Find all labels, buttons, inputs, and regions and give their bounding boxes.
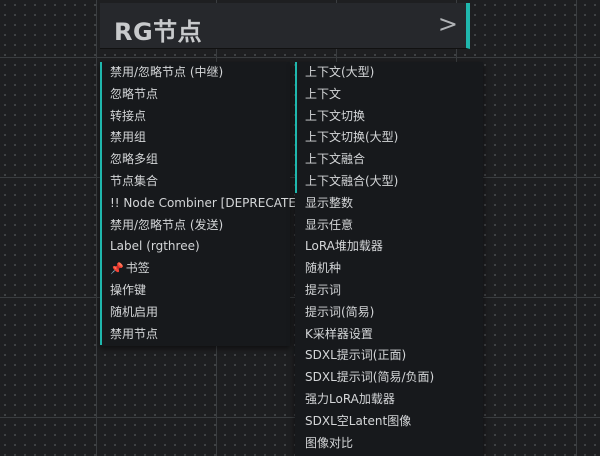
- menu-item[interactable]: 忽略多组: [100, 149, 290, 171]
- menu-item-label: 上下文融合(大型): [305, 173, 399, 188]
- menu-item-label: 禁用组: [110, 130, 147, 145]
- menu-item-label: 图像对比: [305, 435, 354, 450]
- menu-item-label: 禁用/忽略节点 (发送): [110, 217, 224, 232]
- menu-item[interactable]: 随机启用: [100, 301, 290, 324]
- menu-item[interactable]: 提示词(简易): [295, 302, 483, 324]
- menu-item-label: 上下文切换: [305, 108, 366, 123]
- menu-item-label: 转接点: [110, 108, 147, 123]
- menu-item-label: 忽略节点: [110, 86, 159, 101]
- menu-item-label: 操作键: [110, 282, 147, 297]
- menu-item-label: Label (rgthree): [110, 239, 200, 254]
- menu-item-label: SDXL空Latent图像: [305, 413, 412, 428]
- menu-item[interactable]: !! Node Combiner [DEPRECATED]: [100, 192, 310, 215]
- menu-item-label: 上下文融合: [305, 152, 366, 167]
- menu-item-label: 随机种: [305, 261, 342, 276]
- menu-item-label: 忽略多组: [110, 152, 159, 167]
- menu-item-label: 上下文: [305, 86, 342, 101]
- menu-item-label: 书签: [125, 261, 150, 276]
- menu-item[interactable]: 上下文(大型): [295, 62, 483, 84]
- menu-item[interactable]: Label (rgthree): [100, 236, 290, 259]
- menu-item[interactable]: 强力LoRA加载器: [295, 389, 483, 411]
- menu-item-label: 强力LoRA加载器: [305, 391, 395, 406]
- menu-item-label: 提示词: [305, 282, 342, 297]
- menu-item[interactable]: 禁用/忽略节点 (发送): [100, 214, 290, 237]
- menu-item-label: 随机启用: [110, 304, 159, 319]
- menu-item[interactable]: SDXL空Latent图像: [295, 411, 483, 433]
- chevron-right-icon[interactable]: >: [438, 10, 458, 38]
- menu-item[interactable]: SDXL提示词(简易/负面): [295, 367, 483, 389]
- menu-item-label: 禁用节点: [110, 326, 159, 341]
- menu-item[interactable]: 📌 书签: [100, 258, 290, 280]
- menu-item-label: 显示任意: [305, 217, 354, 232]
- menu-item[interactable]: 显示任意: [295, 215, 483, 237]
- menu-item-label: LoRA堆加载器: [305, 239, 383, 254]
- rg-node-submenu: 禁用/忽略节点 (中继) 忽略节点转接点禁用组忽略多组节点集合 !! Node Co…: [100, 62, 310, 346]
- menu-item[interactable]: 上下文: [295, 83, 483, 106]
- menu-item[interactable]: SDXL提示词(正面): [295, 345, 483, 367]
- menu-item-label: SDXL提示词(简易/负面): [305, 370, 435, 385]
- menu-item[interactable]: 上下文切换: [295, 105, 483, 128]
- menu-item[interactable]: 上下文融合(大型): [295, 170, 483, 193]
- menu-item[interactable]: K采样器设置: [295, 324, 483, 346]
- menu-item[interactable]: 禁用组: [100, 127, 290, 150]
- menu-item-label: 节点集合: [110, 173, 159, 188]
- menu-item[interactable]: 上下文切换(大型): [295, 127, 483, 150]
- menu-item[interactable]: 禁用节点: [100, 323, 290, 346]
- menu-item-label: SDXL提示词(正面): [305, 348, 407, 363]
- menu-item-label: 禁用/忽略节点 (中继): [110, 65, 224, 79]
- menu-item[interactable]: 随机种: [295, 258, 483, 280]
- menu-item[interactable]: 图像对比: [295, 433, 483, 455]
- node-title-bar[interactable]: RG节点 >: [100, 3, 470, 49]
- menu-item-label: 上下文(大型): [305, 65, 375, 79]
- menu-item-label: 显示整数: [305, 195, 354, 210]
- menu-item-label: 提示词(简易): [305, 304, 375, 319]
- node-title: RG节点: [114, 18, 203, 46]
- rg-node-submenu-extended: 上下文(大型) 上下文上下文切换上下文切换(大型) 上下文融合上下文融合(大型) 显示…: [295, 62, 483, 456]
- menu-item[interactable]: 转接点: [100, 105, 290, 128]
- menu-item-label: K采样器设置: [305, 326, 373, 341]
- menu-item[interactable]: 节点集合: [100, 170, 290, 193]
- menu-item[interactable]: 显示整数: [295, 193, 483, 215]
- pin-icon: 📌: [110, 262, 124, 276]
- menu-item-label: !! Node Combiner [DEPRECATED]: [110, 195, 310, 210]
- menu-item[interactable]: 忽略节点: [100, 83, 290, 106]
- menu-item-label: 上下文切换(大型): [305, 130, 399, 145]
- menu-item[interactable]: 禁用/忽略节点 (中继): [100, 62, 290, 84]
- menu-item[interactable]: LoRA堆加载器: [295, 236, 483, 258]
- menu-item[interactable]: 操作键: [100, 279, 290, 302]
- menu-item[interactable]: 上下文融合: [295, 149, 483, 171]
- menu-item[interactable]: 提示词: [295, 280, 483, 302]
